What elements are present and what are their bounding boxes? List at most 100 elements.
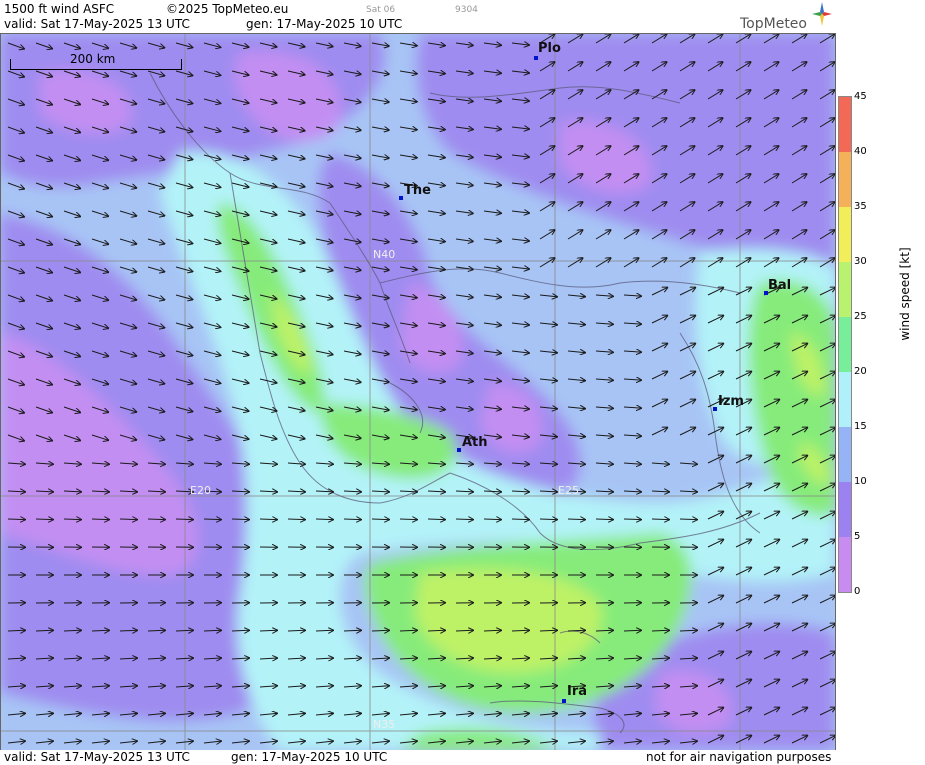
wind-arrow bbox=[91, 630, 109, 631]
wind-arrow bbox=[399, 630, 417, 631]
wind-arrow bbox=[371, 630, 389, 631]
wind-arrow bbox=[63, 519, 81, 520]
wind-arrow bbox=[315, 519, 333, 520]
colorbar-segment bbox=[839, 207, 851, 262]
legend-tick-label: 40 bbox=[854, 146, 867, 157]
wind-arrow bbox=[231, 630, 249, 631]
wind-arrow bbox=[427, 630, 445, 631]
wind-arrow bbox=[119, 519, 137, 520]
wind-arrow bbox=[175, 519, 193, 520]
lon-label-e20: E20 bbox=[190, 484, 211, 497]
city-marker-the bbox=[399, 196, 403, 200]
wind-arrow bbox=[539, 519, 557, 520]
city-label-ira[interactable]: Ira bbox=[567, 684, 587, 699]
legend-tick-label: 35 bbox=[854, 201, 867, 212]
wind-arrow bbox=[483, 630, 501, 631]
city-marker-izm bbox=[713, 407, 717, 411]
legend-title: wind speed [kt] bbox=[898, 247, 912, 341]
colorbar-segment bbox=[839, 152, 851, 207]
wind-arrow bbox=[567, 519, 585, 520]
wind-arrow bbox=[35, 519, 53, 520]
legend-tick-label: 15 bbox=[854, 421, 867, 432]
wind-arrow bbox=[343, 519, 361, 520]
wind-arrow bbox=[679, 630, 697, 631]
city-marker-ira bbox=[562, 699, 566, 703]
wind-arrow bbox=[287, 630, 305, 631]
wind-arrow bbox=[455, 519, 473, 520]
legend-tick-label: 0 bbox=[854, 586, 861, 597]
wind-arrow bbox=[63, 630, 81, 631]
wind-arrow bbox=[623, 519, 641, 520]
legend-tick-label: 30 bbox=[854, 256, 867, 267]
wind-arrow bbox=[343, 630, 361, 631]
wind-arrow bbox=[483, 519, 501, 520]
small-code-label: 9304 bbox=[455, 5, 478, 15]
wind-arrow bbox=[511, 519, 529, 520]
wind-arrow bbox=[203, 630, 221, 631]
wind-arrow bbox=[91, 519, 109, 520]
footer-bar: valid: Sat 17-May-2025 13 UTC gen: 17-Ma… bbox=[0, 750, 925, 765]
wind-arrow bbox=[427, 519, 445, 520]
city-label-ath[interactable]: Ath bbox=[462, 435, 488, 450]
legend-tick-label: 25 bbox=[854, 311, 867, 322]
valid-time-footer: valid: Sat 17-May-2025 13 UTC bbox=[4, 750, 190, 764]
wind-arrow bbox=[259, 630, 277, 631]
product-title: 1500 ft wind ASFC bbox=[4, 2, 115, 16]
wind-arrow bbox=[259, 519, 277, 520]
wind-arrow bbox=[147, 519, 165, 520]
wind-arrow bbox=[567, 630, 585, 631]
wind-arrow bbox=[595, 519, 613, 520]
wind-arrow bbox=[623, 630, 641, 631]
city-label-the[interactable]: The bbox=[404, 183, 431, 198]
colorbar-segment bbox=[839, 97, 851, 152]
wind-arrow bbox=[315, 630, 333, 631]
wind-arrow bbox=[371, 519, 389, 520]
colorbar-segment bbox=[839, 262, 851, 317]
legend-tick-label: 5 bbox=[854, 531, 861, 542]
wind-arrow bbox=[35, 630, 53, 631]
wind-arrow bbox=[679, 519, 697, 520]
wind-arrow bbox=[651, 519, 669, 520]
wind-arrow bbox=[455, 630, 473, 631]
colorbar-segment bbox=[839, 372, 851, 427]
small-day-label: Sat 06 bbox=[366, 5, 396, 15]
wind-arrow bbox=[175, 630, 193, 631]
wind-arrow bbox=[651, 630, 669, 631]
lon-label-e25: E25 bbox=[558, 484, 579, 497]
colorbar-segment bbox=[839, 537, 851, 592]
legend-tick-label: 10 bbox=[854, 476, 867, 487]
colorbar-segment bbox=[839, 427, 851, 482]
legend-tick-label: 45 bbox=[854, 91, 867, 102]
legend-tick-label: 20 bbox=[854, 366, 867, 377]
wind-arrow bbox=[511, 630, 529, 631]
lat-label-n35: N35 bbox=[373, 718, 396, 731]
colorbar-segment bbox=[839, 317, 851, 372]
city-label-plo[interactable]: Plo bbox=[538, 41, 561, 56]
wind-arrow bbox=[595, 630, 613, 631]
city-marker-plo bbox=[534, 56, 538, 60]
valid-time-header: valid: Sat 17-May-2025 13 UTC bbox=[4, 17, 190, 31]
wind-arrow bbox=[287, 519, 305, 520]
gen-time-header: gen: 17-May-2025 10 UTC bbox=[246, 17, 403, 31]
compass-logo-icon bbox=[812, 2, 832, 26]
city-label-izm[interactable]: Izm bbox=[718, 394, 744, 409]
wind-field-svg bbox=[0, 33, 835, 750]
wind-arrow bbox=[203, 519, 221, 520]
wind-arrow bbox=[7, 630, 25, 631]
wind-speed-colorbar bbox=[838, 96, 852, 593]
wind-map[interactable]: 200 km N40 N35 E20 E25 Plo The Bal Izm A… bbox=[0, 33, 835, 750]
city-label-bal[interactable]: Bal bbox=[768, 278, 791, 293]
copyright-text: ©2025 TopMeteo.eu bbox=[166, 2, 289, 16]
topmeteo-logo-text: TopMeteo bbox=[740, 16, 807, 32]
city-marker-ath bbox=[457, 448, 461, 452]
header-bar: 1500 ft wind ASFC ©2025 TopMeteo.eu Sat … bbox=[0, 0, 925, 33]
wind-arrow bbox=[7, 519, 25, 520]
lat-label-n40: N40 bbox=[373, 248, 396, 261]
wind-arrow bbox=[147, 630, 165, 631]
scale-bar-label: 200 km bbox=[70, 52, 116, 66]
gen-time-footer: gen: 17-May-2025 10 UTC bbox=[231, 750, 388, 764]
wind-arrow bbox=[119, 630, 137, 631]
wind-arrow bbox=[231, 519, 249, 520]
wind-arrow bbox=[399, 519, 417, 520]
colorbar-segment bbox=[839, 482, 851, 537]
